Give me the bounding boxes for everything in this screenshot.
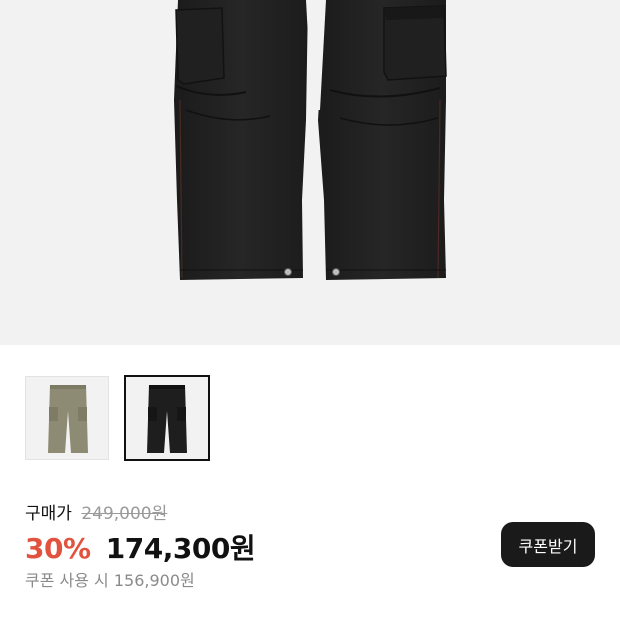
coupon-price-text: 쿠폰 사용 시 156,900원 [25, 571, 195, 590]
original-price: 249,000원 [81, 504, 168, 524]
discount-percent: 30% [25, 532, 91, 565]
sale-price: 174,300원 [105, 532, 256, 565]
get-coupon-button[interactable]: 쿠폰받기 [501, 522, 595, 567]
thumbnail-black[interactable] [124, 375, 210, 461]
purchase-price-row: 구매가 249,000원 [25, 499, 167, 524]
black-cargo-pants-thumbnail [147, 385, 187, 453]
sale-price-row: 30% 174,300원 [25, 527, 256, 567]
price-label: 구매가 [25, 504, 72, 524]
product-main-image[interactable] [0, 0, 620, 345]
khaki-cargo-pants-thumbnail [48, 385, 88, 453]
thumbnail-khaki[interactable] [25, 376, 109, 460]
black-cargo-pants-image [174, 0, 447, 280]
